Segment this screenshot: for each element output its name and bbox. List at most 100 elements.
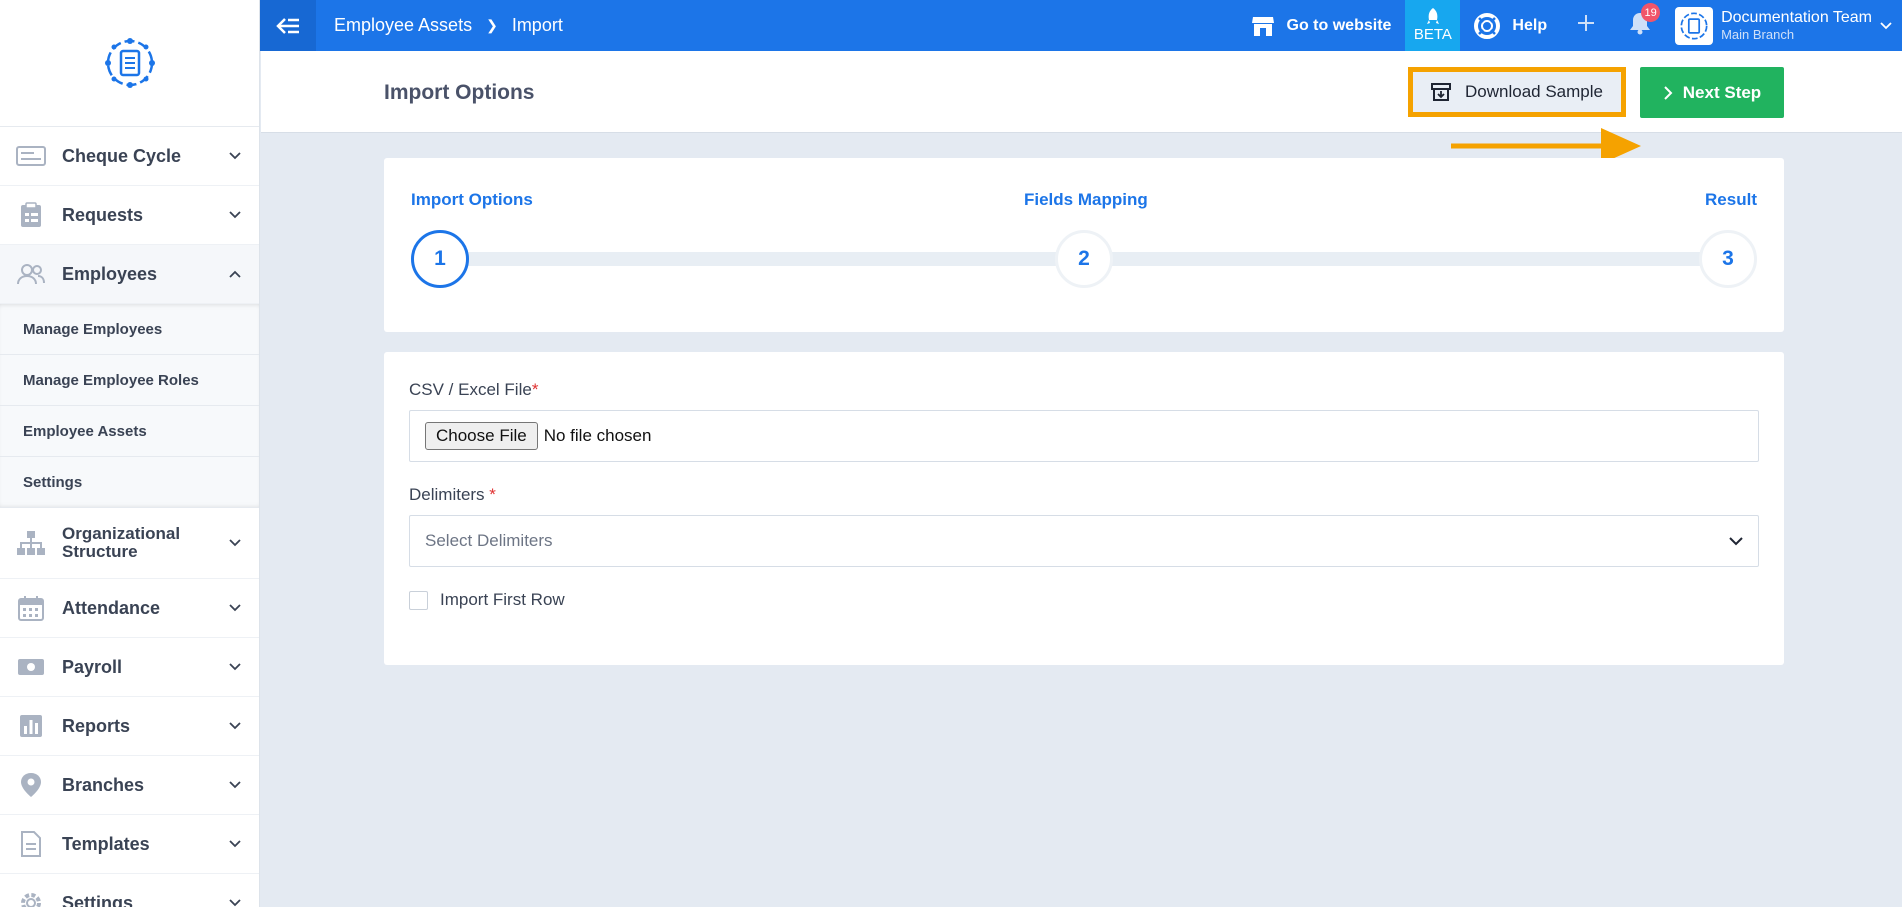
clipboard-icon [16, 202, 46, 228]
sidebar-item-templates[interactable]: Templates [0, 815, 259, 874]
sidebar-item-branches[interactable]: Branches [0, 756, 259, 815]
sidebar-toggle-button[interactable] [260, 0, 316, 51]
chevron-down-icon [227, 535, 243, 551]
page-header: Import Options Download Sample Next Step [261, 51, 1902, 164]
user-menu[interactable]: Documentation Team Main Branch [1675, 6, 1892, 45]
notification-badge: 19 [1641, 3, 1661, 22]
users-icon [16, 261, 46, 287]
user-branch: Main Branch [1721, 27, 1795, 42]
cheque-icon [16, 143, 46, 169]
delimiters-label-text: Delimiters [409, 485, 485, 504]
chevron-right-icon [1664, 85, 1673, 100]
sidebar-item-label: Cheque Cycle [62, 145, 182, 166]
breadcrumb-import: Import [511, 15, 563, 35]
step-label-result: Result [1705, 190, 1757, 209]
document-icon [16, 831, 46, 857]
step-circle-2: 2 [1055, 230, 1113, 288]
sidebar-item-label: Settings [62, 892, 134, 907]
chevron-down-icon [227, 718, 243, 734]
user-name: Documentation Team [1721, 9, 1872, 26]
help-link[interactable]: Help [1474, 12, 1548, 39]
help-label: Help [1512, 16, 1548, 34]
archive-download-icon [1431, 83, 1452, 101]
import-first-row-option: Import First Row [409, 590, 565, 610]
chevron-down-icon [227, 207, 243, 223]
submenu-item-employee-assets[interactable]: Employee Assets [0, 406, 259, 457]
sidebar: Cheque Cycle Requests Employees Manage E… [0, 0, 260, 907]
sidebar-item-employees[interactable]: Employees [0, 245, 259, 304]
submenu-item-manage-employee-roles[interactable]: Manage Employee Roles [0, 355, 259, 406]
sidebar-item-payroll[interactable]: Payroll [0, 638, 259, 697]
chevron-down-icon [227, 895, 243, 907]
sidebar-item-cheque-cycle[interactable]: Cheque Cycle [0, 127, 259, 186]
map-pin-icon [16, 772, 46, 798]
sidebar-item-label: Requests [62, 204, 144, 225]
file-label-text: CSV / Excel File [409, 380, 532, 399]
sidebar-item-label: Payroll [62, 656, 123, 677]
back-arrow-icon [276, 17, 299, 34]
employees-submenu: Manage Employees Manage Employee Roles E… [0, 304, 259, 508]
sidebar-item-label: Reports [62, 715, 131, 736]
next-step-label: Next Step [1682, 82, 1762, 102]
gear-icon [16, 890, 46, 907]
top-bar: Employee Assets ❯ Import Go to website B… [260, 0, 1902, 51]
choose-file-button[interactable]: Choose File [425, 422, 538, 450]
beta-button[interactable]: BETA [1405, 0, 1461, 51]
logo[interactable] [0, 0, 259, 127]
bar-chart-icon [16, 713, 46, 739]
lifebuoy-icon [1474, 12, 1501, 39]
submenu-item-manage-employees[interactable]: Manage Employees [0, 304, 259, 355]
required-mark: * [489, 485, 496, 504]
stepper-card: Import Options Fields Mapping Result 1 2… [384, 158, 1784, 332]
breadcrumb: Employee Assets ❯ Import [334, 15, 563, 36]
sidebar-item-label: Organizational Structure [62, 524, 181, 561]
sidebar-item-requests[interactable]: Requests [0, 186, 259, 245]
chevron-down-icon [1729, 536, 1743, 545]
file-status: No file chosen [543, 426, 652, 445]
chevron-down-icon [227, 600, 243, 616]
required-mark: * [531, 380, 539, 399]
import-first-row-label[interactable]: Import First Row [440, 590, 565, 610]
chevron-down-icon [227, 659, 243, 675]
go-to-website-link[interactable]: Go to website [1251, 15, 1392, 37]
import-first-row-checkbox[interactable] [409, 590, 428, 610]
delimiters-field-label: Delimiters * [409, 485, 496, 505]
submenu-item-settings[interactable]: Settings [0, 457, 259, 508]
step-circle-1: 1 [411, 230, 469, 288]
step-label-fields-mapping: Fields Mapping [1024, 190, 1148, 209]
delimiters-placeholder: Select Delimiters [425, 531, 553, 550]
money-icon [16, 654, 46, 680]
page-title: Import Options [384, 81, 535, 104]
go-to-website-label: Go to website [1286, 16, 1392, 34]
sidebar-item-settings[interactable]: Settings [0, 874, 259, 907]
breadcrumb-employee-assets[interactable]: Employee Assets [334, 15, 472, 36]
calendar-icon [16, 595, 46, 621]
file-input[interactable]: Choose File No file chosen [409, 410, 1759, 462]
chevron-down-icon [227, 148, 243, 164]
import-form-card: CSV / Excel File* Choose File No file ch… [384, 352, 1784, 665]
sidebar-item-organizational-structure[interactable]: Organizational Structure [0, 508, 259, 579]
sidebar-item-label: Branches [62, 774, 145, 795]
sidebar-item-label: Employees [62, 263, 158, 284]
file-field-label: CSV / Excel File* [409, 380, 538, 400]
sidebar-item-label: Attendance [62, 597, 161, 618]
download-sample-button[interactable]: Download Sample [1408, 67, 1626, 117]
chevron-right-icon: ❯ [486, 17, 498, 33]
org-chart-icon [16, 530, 46, 556]
store-icon [1251, 16, 1274, 36]
sidebar-item-attendance[interactable]: Attendance [0, 579, 259, 638]
beta-label: BETA [1413, 26, 1452, 43]
download-sample-label: Download Sample [1465, 82, 1603, 101]
sidebar-item-reports[interactable]: Reports [0, 697, 259, 756]
notifications-button[interactable]: 19 [1629, 3, 1661, 40]
step-label-import-options: Import Options [411, 190, 533, 209]
next-step-button[interactable]: Next Step [1640, 67, 1784, 118]
step-circle-3: 3 [1699, 230, 1757, 288]
delimiters-select[interactable]: Select Delimiters [409, 515, 1759, 567]
add-icon[interactable] [1577, 14, 1595, 37]
chevron-down-icon [227, 777, 243, 793]
chevron-down-icon [227, 836, 243, 852]
sidebar-item-label: Templates [62, 833, 150, 854]
avatar [1675, 6, 1714, 45]
rocket-icon [1426, 8, 1439, 24]
